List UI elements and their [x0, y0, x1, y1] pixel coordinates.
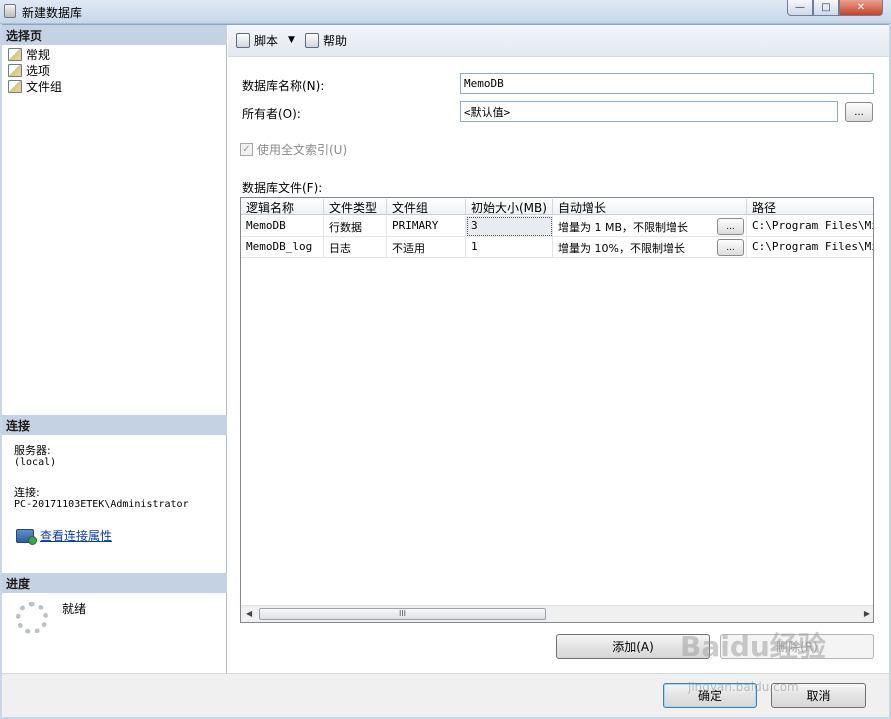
- app-icon: [4, 4, 16, 18]
- autogrowth-edit-button[interactable]: ...: [717, 239, 744, 256]
- help-button[interactable]: 帮助: [305, 32, 347, 49]
- main-panel: 脚本 ▼ 帮助 数据库名称(N): 所有者(O): ... ✓ 使用全文索引(U…: [228, 25, 889, 673]
- scroll-right-icon[interactable]: ▶: [864, 609, 870, 618]
- watermark-url: jingyan.baidu.com: [688, 680, 799, 694]
- cell-file-type[interactable]: 行数据: [324, 216, 387, 237]
- script-icon: [236, 33, 250, 48]
- nav-item-filegroups[interactable]: 文件组: [8, 78, 62, 94]
- help-icon: [305, 33, 319, 48]
- scrollbar-thumb[interactable]: III: [259, 608, 546, 620]
- window-title: 新建数据库: [22, 6, 83, 20]
- progress-status: 就绪: [62, 602, 87, 616]
- column-header[interactable]: 自动增长: [553, 199, 747, 215]
- view-connection-properties-label[interactable]: 查看连接属性: [40, 527, 112, 544]
- nav-item-label: 常规: [26, 47, 51, 62]
- cell-filegroup[interactable]: 不适用: [387, 237, 466, 258]
- page-icon: [8, 79, 22, 93]
- autogrowth-edit-button[interactable]: ...: [717, 218, 744, 235]
- view-connection-properties-link[interactable]: 查看连接属性: [16, 527, 112, 545]
- minimize-button[interactable]: —: [787, 0, 813, 16]
- table-row[interactable]: MemoDB 行数据 PRIMARY 3 增量为 1 MB，不限制增长 ... …: [241, 216, 873, 237]
- cell-logical-name[interactable]: MemoDB: [241, 216, 324, 237]
- cell-file-type[interactable]: 日志: [324, 237, 387, 258]
- fulltext-checkbox[interactable]: ✓ 使用全文索引(U): [240, 141, 347, 158]
- column-header[interactable]: 路径: [747, 199, 873, 215]
- cell-filegroup[interactable]: PRIMARY: [387, 216, 466, 237]
- column-header[interactable]: 初始大小(MB): [466, 199, 553, 215]
- cell-path[interactable]: C:\Program Files\Mic: [747, 216, 873, 237]
- script-dropdown-icon[interactable]: ▼: [288, 35, 295, 45]
- checkbox-check-icon: ✓: [240, 143, 253, 156]
- owner-input[interactable]: [460, 101, 838, 122]
- cell-logical-name[interactable]: MemoDB_log: [241, 237, 324, 258]
- page-icon: [8, 47, 22, 61]
- connection-properties-icon: [16, 528, 37, 545]
- horizontal-scrollbar[interactable]: ◀ III ▶: [241, 605, 873, 622]
- db-files-grid[interactable]: 逻辑名称 文件类型 文件组 初始大小(MB) 自动增长 路径 MemoDB 行数…: [240, 197, 874, 623]
- progress-heading: 进度: [2, 573, 227, 593]
- server-value: (local): [14, 457, 57, 468]
- nav-item-label: 文件组: [26, 79, 63, 94]
- cell-path[interactable]: C:\Program Files\Mic: [747, 237, 873, 258]
- column-header[interactable]: 文件类型: [324, 199, 387, 215]
- help-label: 帮助: [323, 34, 348, 48]
- column-header[interactable]: 文件组: [387, 199, 466, 215]
- nav-item-label: 选项: [26, 63, 51, 78]
- maximize-button[interactable]: □: [813, 0, 839, 16]
- owner-browse-button[interactable]: ...: [845, 102, 873, 122]
- nav-item-options[interactable]: 选项: [8, 62, 50, 78]
- select-page-heading: 选择页: [2, 25, 227, 45]
- script-button[interactable]: 脚本: [236, 32, 278, 49]
- server-label: 服务器:: [14, 444, 51, 457]
- db-name-label: 数据库名称(N):: [242, 79, 325, 93]
- db-name-input[interactable]: [460, 73, 874, 94]
- table-row[interactable]: MemoDB_log 日志 不适用 1 增量为 10%，不限制增长 ... C:…: [241, 237, 873, 258]
- title-bar: 新建数据库 — □ ✕: [0, 0, 891, 24]
- cell-initial-size[interactable]: 1: [466, 237, 553, 258]
- toolbar: 脚本 ▼ 帮助: [228, 25, 889, 57]
- db-files-label: 数据库文件(F):: [242, 181, 323, 195]
- watermark-logo: Baidu经验: [680, 630, 826, 663]
- cell-initial-size[interactable]: 3: [466, 216, 553, 237]
- close-button[interactable]: ✕: [839, 0, 883, 16]
- connection-value: PC-20171103ETEK\Administrator: [14, 499, 189, 510]
- owner-label: 所有者(O):: [242, 107, 301, 121]
- progress-spinner-icon: [16, 602, 48, 634]
- connection-label: 连接:: [14, 486, 40, 499]
- left-panel: 选择页 常规 选项 文件组 连接 服务器: (local) 连接: PC-201…: [2, 25, 227, 673]
- grid-header: 逻辑名称 文件类型 文件组 初始大小(MB) 自动增长 路径: [241, 198, 873, 215]
- script-label: 脚本: [254, 34, 279, 48]
- connection-heading: 连接: [2, 415, 227, 435]
- nav-item-general[interactable]: 常规: [8, 46, 50, 62]
- fulltext-label: 使用全文索引(U): [257, 143, 348, 157]
- page-icon: [8, 63, 22, 77]
- scroll-left-icon[interactable]: ◀: [246, 609, 252, 618]
- column-header[interactable]: 逻辑名称: [241, 199, 324, 215]
